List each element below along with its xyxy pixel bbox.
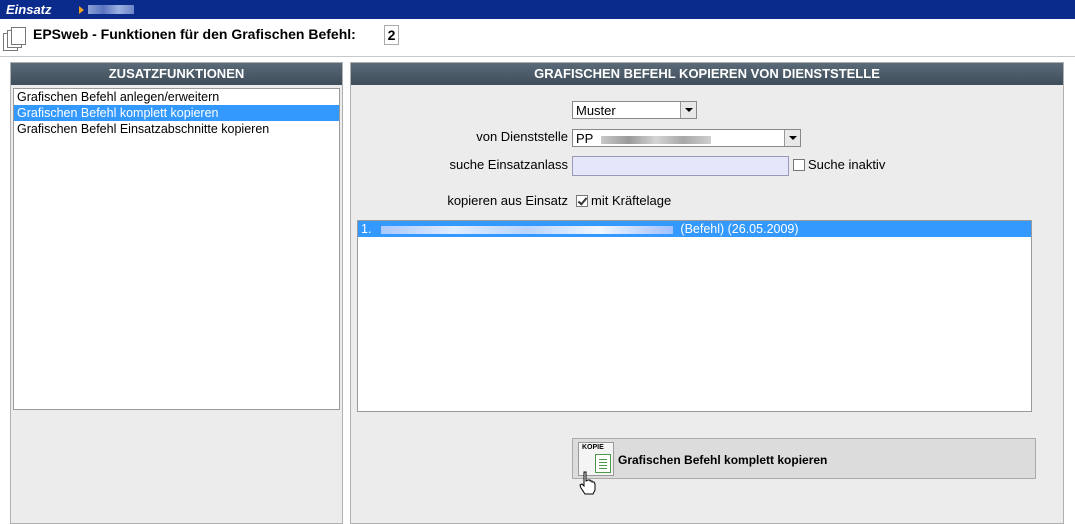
einsatz-list[interactable]: 1. (Befehl) (26.05.2009): [357, 220, 1032, 412]
list-item-suffix: (Befehl) (26.05.2009): [680, 222, 799, 236]
suche-label: suche Einsatzanlass: [449, 157, 568, 172]
komplett-kopieren-label: Grafischen Befehl komplett kopieren: [618, 453, 828, 467]
suche-input[interactable]: [572, 156, 789, 176]
page-title: EPSweb - Funktionen für den Grafischen B…: [33, 26, 356, 42]
list-item-number: 1.: [361, 222, 372, 236]
function-item-anlegen[interactable]: Grafischen Befehl anlegen/erweitern: [14, 89, 339, 105]
kopieren-header: GRAFISCHEN BEFEHL KOPIEREN VON DIENSTSTE…: [351, 63, 1063, 85]
dienststelle-select-value: PP: [576, 131, 594, 146]
chevron-down-icon[interactable]: [680, 102, 696, 118]
breadcrumb-arrow-icon: [79, 6, 84, 14]
suche-inaktiv-checkbox[interactable]: [793, 159, 805, 171]
top-bar: Einsatz: [0, 0, 1075, 19]
kraeftelage-checkbox[interactable]: [576, 195, 588, 207]
zusatzfunktionen-panel: ZUSATZFUNKTIONEN Grafischen Befehl anleg…: [10, 62, 343, 524]
dienststelle-select[interactable]: PP: [572, 129, 801, 147]
redacted-text: [600, 135, 711, 144]
app-name[interactable]: Einsatz: [6, 2, 52, 17]
zusatzfunktionen-header: ZUSATZFUNKTIONEN: [11, 63, 342, 85]
function-item-komplett-kopieren[interactable]: Grafischen Befehl komplett kopieren: [14, 105, 339, 121]
chevron-down-icon[interactable]: [784, 130, 800, 146]
suche-inaktiv-label: Suche inaktiv: [808, 157, 886, 172]
dienststelle-label: von Dienststelle: [476, 129, 568, 144]
befehl-number: 2: [384, 25, 399, 45]
redacted-text: [380, 225, 673, 234]
komplett-kopieren-button[interactable]: KOPIE Grafischen Befehl komplett kopiere…: [572, 438, 1036, 479]
function-list[interactable]: Grafischen Befehl anlegen/erweitern Graf…: [13, 88, 340, 410]
muster-select[interactable]: Muster: [572, 101, 697, 119]
list-item[interactable]: 1. (Befehl) (26.05.2009): [358, 221, 1031, 237]
hand-cursor-icon: [579, 471, 596, 495]
breadcrumb-redacted[interactable]: [88, 5, 134, 14]
documents-icon: [3, 26, 26, 51]
kraeftelage-label: mit Kräftelage: [591, 193, 672, 208]
kopieren-label: kopieren aus Einsatz: [447, 193, 568, 208]
muster-select-value: Muster: [576, 103, 616, 118]
title-bar: EPSweb - Funktionen für den Grafischen B…: [0, 19, 1075, 57]
kopie-icon-text: KOPIE: [582, 444, 604, 451]
function-item-abschnitte-kopieren[interactable]: Grafischen Befehl Einsatzabschnitte kopi…: [14, 121, 339, 137]
